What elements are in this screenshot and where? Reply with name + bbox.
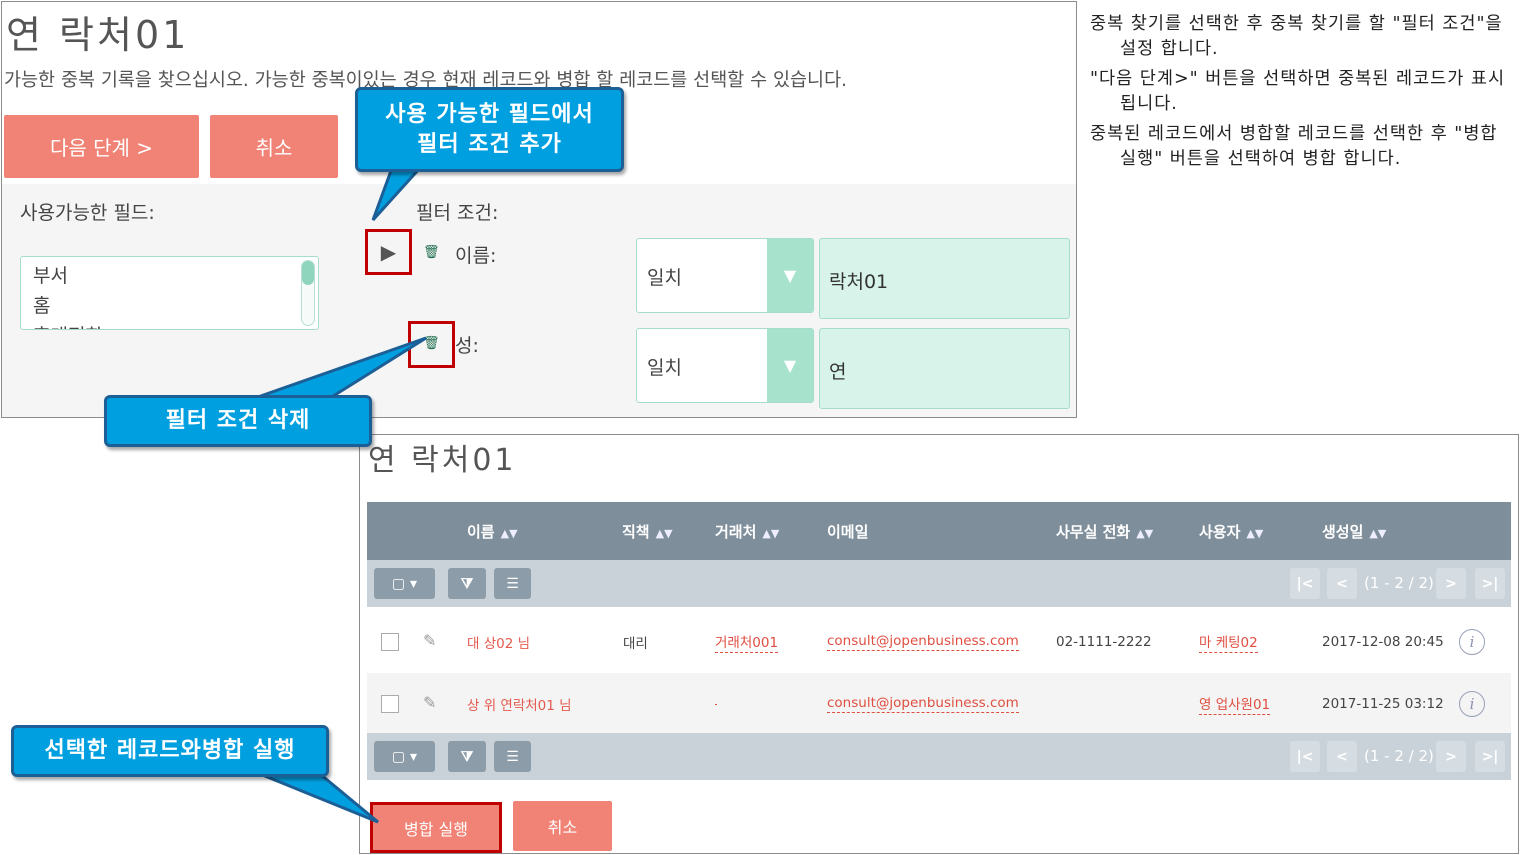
note-item: 중복된 레코드에서 병합할 레코드를 선택한 후 "병합 실행" 버튼을 선택하… [1090, 124, 1498, 169]
field-list-scrollbar[interactable] [301, 260, 315, 326]
field-option-home[interactable]: 홈 [33, 291, 50, 318]
callout-text: 선택한 레코드와병합 실행 [44, 738, 296, 763]
first-page-icon[interactable]: |< [1290, 568, 1320, 599]
info-icon[interactable]: i [1459, 629, 1485, 655]
pagination-count: (1 - 2 / 2) [1364, 747, 1434, 765]
next-page-icon[interactable]: > [1436, 568, 1466, 599]
column-header-title[interactable]: 직책 ▲▼ [622, 521, 673, 542]
row-email[interactable]: consult@jopenbusiness.com [827, 611, 1019, 673]
callout-text: 필터 조건 삭제 [165, 408, 311, 433]
last-page-icon[interactable]: >| [1475, 741, 1505, 772]
column-header-phone[interactable]: 사무실 전화 ▲▼ [1056, 521, 1153, 542]
match-select-last[interactable]: 일치 ▼ [636, 328, 814, 403]
filter-icon[interactable]: ⧩ [448, 568, 486, 599]
row-account[interactable] [715, 673, 717, 735]
condition-value-input-last[interactable]: 연 [819, 328, 1070, 409]
table-row: ✎ 상 위 연락처01 님 consult@jopenbusiness.com … [367, 673, 1511, 735]
play-arrow-icon: ▶ [380, 240, 397, 264]
available-fields-list[interactable]: 부서 홈 휴대전화 [20, 256, 319, 330]
sort-icon[interactable]: ▲▼ [1246, 527, 1263, 540]
filter-conditions-label: 필터 조건: [416, 202, 499, 224]
row-user[interactable]: 영 업사원01 [1199, 673, 1271, 735]
page-title: 연 락처01 [6, 13, 190, 57]
sort-icon[interactable]: ▲▼ [1136, 527, 1153, 540]
match-value: 일치 [647, 357, 682, 379]
next-step-button[interactable]: 다음 단계 > [4, 115, 199, 178]
duplicate-results-panel: 연 락처01 이름 ▲▼ 직책 ▲▼ 거래처 ▲▼ 이메일 사무실 전화 ▲▼ 사용자 ▲… [359, 434, 1519, 854]
filter-icon[interactable]: ⧩ [448, 741, 486, 772]
find-duplicates-panel: 연 락처01 가능한 중복 기록을 찾으십시오. 가능한 중복이있는 경우 현재… [1, 1, 1077, 418]
available-fields-label: 사용가능한 필드: [20, 202, 155, 224]
chevron-down-icon[interactable]: ▼ [767, 329, 813, 402]
condition-name-first: 이름: [455, 245, 497, 267]
add-filter-callout: 사용 가능한 필드에서 필터 조건 추가 [355, 87, 624, 172]
row-checkbox[interactable] [381, 695, 399, 713]
column-chooser-icon[interactable]: ☰ [494, 741, 531, 772]
row-account[interactable]: 거래처001 [715, 611, 779, 673]
match-select-first[interactable]: 일치 ▼ [636, 238, 814, 313]
table-header: 이름 ▲▼ 직책 ▲▼ 거래처 ▲▼ 이메일 사무실 전화 ▲▼ 사용자 ▲▼ 생성일 ▲▼ [367, 502, 1511, 560]
first-page-icon[interactable]: |< [1290, 741, 1320, 772]
field-option-mobile[interactable]: 휴대전화 [33, 321, 103, 329]
info-icon[interactable]: i [1459, 691, 1485, 717]
row-name[interactable]: 대 상02 님 [467, 611, 530, 673]
note-item: 중복 찾기를 선택한 후 중복 찾기를 할 "필터 조건"을 설정 합니다. [1090, 14, 1503, 59]
table-toolbar-bottom: ▢ ▾ ⧩ ☰ |< < (1 - 2 / 2) > >| [367, 733, 1511, 780]
column-header-user[interactable]: 사용자 ▲▼ [1199, 521, 1263, 542]
field-option-department[interactable]: 부서 [33, 261, 68, 288]
scrollbar-thumb[interactable] [302, 261, 314, 285]
previous-page-icon[interactable]: < [1327, 568, 1357, 599]
table-row: ✎ 대 상02 님 대리 거래처001 consult@jopenbusines… [367, 611, 1511, 673]
row-phone: 02-1111-2222 [1056, 634, 1152, 650]
sort-icon[interactable]: ▲▼ [762, 527, 779, 540]
pagination-count: (1 - 2 / 2) [1364, 574, 1434, 592]
column-header-created[interactable]: 생성일 ▲▼ [1322, 521, 1386, 542]
callout-text: 사용 가능한 필드에서 필터 조건 추가 [385, 101, 594, 157]
row-email[interactable]: consult@jopenbusiness.com [827, 673, 1019, 735]
pencil-icon[interactable]: ✎ [423, 693, 436, 712]
row-created: 2017-12-08 20:45 [1322, 634, 1444, 650]
last-page-icon[interactable]: >| [1475, 568, 1505, 599]
condition-value: 연 [829, 361, 847, 383]
row-name[interactable]: 상 위 연락처01 님 [467, 673, 572, 735]
pencil-icon[interactable]: ✎ [423, 631, 436, 650]
column-chooser-icon[interactable]: ☰ [494, 568, 531, 599]
table-toolbar-top: ▢ ▾ ⧩ ☰ |< < (1 - 2 / 2) > >| [367, 560, 1511, 607]
condition-value: 락처01 [829, 271, 889, 293]
instruction-notes: 중복 찾기를 선택한 후 중복 찾기를 할 "필터 조건"을 설정 합니다. "… [1090, 12, 1510, 177]
column-header-email: 이메일 [827, 523, 869, 541]
cancel-button[interactable]: 취소 [210, 115, 338, 178]
select-menu-button[interactable]: ▢ ▾ [374, 568, 435, 599]
sort-icon[interactable]: ▲▼ [1369, 527, 1386, 540]
select-menu-button[interactable]: ▢ ▾ [374, 741, 435, 772]
row-title: 대리 [623, 636, 648, 652]
note-item: "다음 단계>" 버튼을 선택하면 중복된 레코드가 표시 됩니다. [1090, 69, 1506, 114]
condition-name-last: 성: [455, 335, 479, 357]
results-title: 연 락처01 [368, 443, 517, 478]
trash-icon[interactable]: 🗑 [423, 246, 440, 259]
condition-value-input-first[interactable]: 락처01 [819, 238, 1070, 319]
delete-filter-callout: 필터 조건 삭제 [104, 395, 372, 447]
sort-icon[interactable]: ▲▼ [501, 527, 518, 540]
add-filter-button[interactable]: ▶ [365, 229, 412, 275]
sort-icon[interactable]: ▲▼ [656, 527, 673, 540]
previous-page-icon[interactable]: < [1327, 741, 1357, 772]
cancel-merge-button[interactable]: 취소 [513, 801, 612, 851]
row-created: 2017-11-25 03:12 [1322, 696, 1444, 712]
row-checkbox[interactable] [381, 633, 399, 651]
next-page-icon[interactable]: > [1436, 741, 1466, 772]
merge-button[interactable]: 병합 실행 [370, 802, 502, 853]
column-header-account[interactable]: 거래처 ▲▼ [715, 521, 779, 542]
column-header-name[interactable]: 이름 ▲▼ [467, 521, 518, 542]
row-user[interactable]: 마 케팅02 [1199, 611, 1258, 673]
match-value: 일치 [647, 267, 682, 289]
merge-callout: 선택한 레코드와병합 실행 [11, 725, 329, 777]
trash-icon[interactable]: 🗑 [423, 337, 440, 350]
chevron-down-icon[interactable]: ▼ [767, 239, 813, 312]
